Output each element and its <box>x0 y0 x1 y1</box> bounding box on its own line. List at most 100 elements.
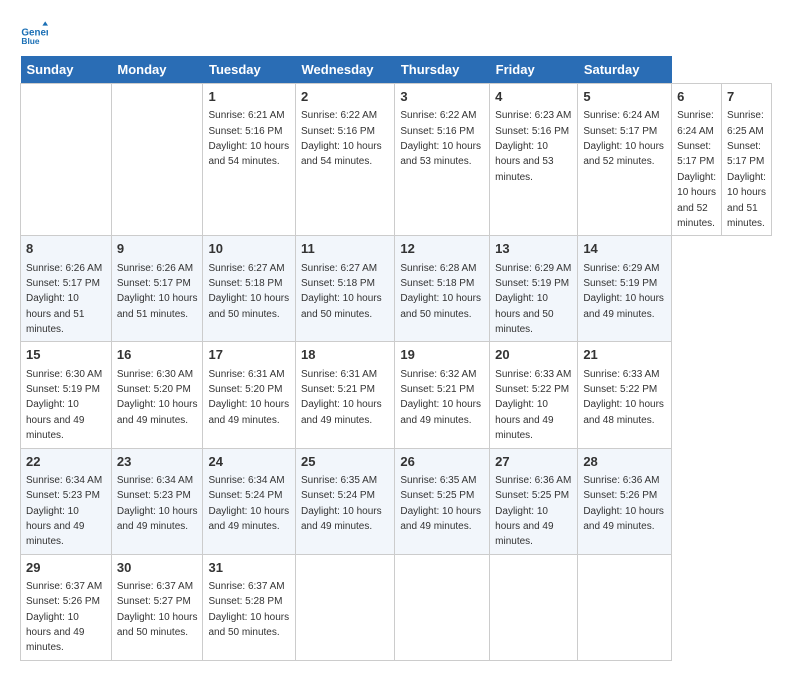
calendar-cell: 16 Sunrise: 6:30 AMSunset: 5:20 PMDaylig… <box>111 342 203 448</box>
calendar-cell: 5 Sunrise: 6:24 AMSunset: 5:17 PMDayligh… <box>578 84 672 236</box>
day-number: 11 <box>301 240 389 258</box>
day-number: 12 <box>400 240 484 258</box>
calendar-cell: 30 Sunrise: 6:37 AMSunset: 5:27 PMDaylig… <box>111 554 203 660</box>
day-info: Sunrise: 6:33 AMSunset: 5:22 PMDaylight:… <box>583 369 664 426</box>
empty-cell <box>111 84 203 236</box>
day-info: Sunrise: 6:36 AMSunset: 5:25 PMDaylight:… <box>495 475 571 548</box>
header-friday: Friday <box>490 56 578 84</box>
day-number: 9 <box>117 240 198 258</box>
day-number: 15 <box>26 346 106 364</box>
day-number: 17 <box>208 346 290 364</box>
calendar-week-2: 8 Sunrise: 6:26 AMSunset: 5:17 PMDayligh… <box>21 236 772 342</box>
day-info: Sunrise: 6:22 AMSunset: 5:16 PMDaylight:… <box>400 110 481 167</box>
calendar-cell: 3 Sunrise: 6:22 AMSunset: 5:16 PMDayligh… <box>395 84 490 236</box>
day-info: Sunrise: 6:21 AMSunset: 5:16 PMDaylight:… <box>208 110 289 167</box>
calendar-cell: 22 Sunrise: 6:34 AMSunset: 5:23 PMDaylig… <box>21 448 112 554</box>
day-info: Sunrise: 6:35 AMSunset: 5:24 PMDaylight:… <box>301 475 382 532</box>
calendar-cell: 18 Sunrise: 6:31 AMSunset: 5:21 PMDaylig… <box>295 342 394 448</box>
empty-cell <box>21 84 112 236</box>
calendar-cell: 11 Sunrise: 6:27 AMSunset: 5:18 PMDaylig… <box>295 236 394 342</box>
day-info: Sunrise: 6:34 AMSunset: 5:24 PMDaylight:… <box>208 475 289 532</box>
calendar-week-4: 22 Sunrise: 6:34 AMSunset: 5:23 PMDaylig… <box>21 448 772 554</box>
calendar-cell: 19 Sunrise: 6:32 AMSunset: 5:21 PMDaylig… <box>395 342 490 448</box>
day-number: 24 <box>208 453 290 471</box>
calendar-cell: 31 Sunrise: 6:37 AMSunset: 5:28 PMDaylig… <box>203 554 296 660</box>
calendar-cell: 25 Sunrise: 6:35 AMSunset: 5:24 PMDaylig… <box>295 448 394 554</box>
day-number: 20 <box>495 346 572 364</box>
header-monday: Monday <box>111 56 203 84</box>
calendar-cell: 20 Sunrise: 6:33 AMSunset: 5:22 PMDaylig… <box>490 342 578 448</box>
day-number: 3 <box>400 88 484 106</box>
calendar-cell <box>578 554 672 660</box>
calendar-cell: 21 Sunrise: 6:33 AMSunset: 5:22 PMDaylig… <box>578 342 672 448</box>
header-thursday: Thursday <box>395 56 490 84</box>
calendar-cell: 7 Sunrise: 6:25 AMSunset: 5:17 PMDayligh… <box>722 84 772 236</box>
calendar-cell: 27 Sunrise: 6:36 AMSunset: 5:25 PMDaylig… <box>490 448 578 554</box>
day-info: Sunrise: 6:31 AMSunset: 5:20 PMDaylight:… <box>208 369 289 426</box>
day-info: Sunrise: 6:27 AMSunset: 5:18 PMDaylight:… <box>301 263 382 320</box>
day-info: Sunrise: 6:30 AMSunset: 5:20 PMDaylight:… <box>117 369 198 426</box>
header-wednesday: Wednesday <box>295 56 394 84</box>
calendar-cell: 1 Sunrise: 6:21 AMSunset: 5:16 PMDayligh… <box>203 84 296 236</box>
day-number: 5 <box>583 88 666 106</box>
calendar-cell: 10 Sunrise: 6:27 AMSunset: 5:18 PMDaylig… <box>203 236 296 342</box>
svg-text:Blue: Blue <box>21 36 39 46</box>
header-saturday: Saturday <box>578 56 672 84</box>
day-number: 21 <box>583 346 666 364</box>
calendar-table: SundayMondayTuesdayWednesdayThursdayFrid… <box>20 56 772 661</box>
day-info: Sunrise: 6:37 AMSunset: 5:26 PMDaylight:… <box>26 581 102 654</box>
day-number: 16 <box>117 346 198 364</box>
day-number: 26 <box>400 453 484 471</box>
calendar-cell: 9 Sunrise: 6:26 AMSunset: 5:17 PMDayligh… <box>111 236 203 342</box>
day-number: 25 <box>301 453 389 471</box>
day-number: 29 <box>26 559 106 577</box>
day-info: Sunrise: 6:34 AMSunset: 5:23 PMDaylight:… <box>26 475 102 548</box>
day-info: Sunrise: 6:34 AMSunset: 5:23 PMDaylight:… <box>117 475 198 532</box>
day-number: 4 <box>495 88 572 106</box>
day-info: Sunrise: 6:26 AMSunset: 5:17 PMDaylight:… <box>26 263 102 336</box>
day-info: Sunrise: 6:26 AMSunset: 5:17 PMDaylight:… <box>117 263 198 320</box>
day-info: Sunrise: 6:31 AMSunset: 5:21 PMDaylight:… <box>301 369 382 426</box>
calendar-cell: 23 Sunrise: 6:34 AMSunset: 5:23 PMDaylig… <box>111 448 203 554</box>
day-info: Sunrise: 6:24 AMSunset: 5:17 PMDaylight:… <box>583 110 664 167</box>
day-number: 1 <box>208 88 290 106</box>
day-info: Sunrise: 6:37 AMSunset: 5:28 PMDaylight:… <box>208 581 289 638</box>
day-number: 8 <box>26 240 106 258</box>
calendar-cell: 4 Sunrise: 6:23 AMSunset: 5:16 PMDayligh… <box>490 84 578 236</box>
calendar-cell: 28 Sunrise: 6:36 AMSunset: 5:26 PMDaylig… <box>578 448 672 554</box>
day-info: Sunrise: 6:22 AMSunset: 5:16 PMDaylight:… <box>301 110 382 167</box>
calendar-cell <box>295 554 394 660</box>
calendar-cell: 17 Sunrise: 6:31 AMSunset: 5:20 PMDaylig… <box>203 342 296 448</box>
calendar-cell <box>395 554 490 660</box>
day-number: 18 <box>301 346 389 364</box>
day-number: 10 <box>208 240 290 258</box>
day-info: Sunrise: 6:29 AMSunset: 5:19 PMDaylight:… <box>583 263 664 320</box>
header-tuesday: Tuesday <box>203 56 296 84</box>
day-info: Sunrise: 6:29 AMSunset: 5:19 PMDaylight:… <box>495 263 571 336</box>
calendar-cell: 24 Sunrise: 6:34 AMSunset: 5:24 PMDaylig… <box>203 448 296 554</box>
day-info: Sunrise: 6:23 AMSunset: 5:16 PMDaylight:… <box>495 110 571 183</box>
day-number: 7 <box>727 88 766 106</box>
calendar-week-3: 15 Sunrise: 6:30 AMSunset: 5:19 PMDaylig… <box>21 342 772 448</box>
day-number: 6 <box>677 88 716 106</box>
calendar-cell <box>490 554 578 660</box>
calendar-cell: 14 Sunrise: 6:29 AMSunset: 5:19 PMDaylig… <box>578 236 672 342</box>
day-number: 31 <box>208 559 290 577</box>
day-number: 30 <box>117 559 198 577</box>
day-number: 13 <box>495 240 572 258</box>
calendar-cell: 26 Sunrise: 6:35 AMSunset: 5:25 PMDaylig… <box>395 448 490 554</box>
logo-icon: General Blue <box>20 20 48 48</box>
calendar-cell: 2 Sunrise: 6:22 AMSunset: 5:16 PMDayligh… <box>295 84 394 236</box>
logo: General Blue <box>20 20 52 48</box>
day-number: 14 <box>583 240 666 258</box>
calendar-week-5: 29 Sunrise: 6:37 AMSunset: 5:26 PMDaylig… <box>21 554 772 660</box>
day-info: Sunrise: 6:24 AMSunset: 5:17 PMDaylight:… <box>677 110 716 229</box>
day-number: 28 <box>583 453 666 471</box>
day-number: 23 <box>117 453 198 471</box>
day-info: Sunrise: 6:36 AMSunset: 5:26 PMDaylight:… <box>583 475 664 532</box>
calendar-cell: 29 Sunrise: 6:37 AMSunset: 5:26 PMDaylig… <box>21 554 112 660</box>
day-info: Sunrise: 6:35 AMSunset: 5:25 PMDaylight:… <box>400 475 481 532</box>
day-number: 2 <box>301 88 389 106</box>
calendar-header-row: SundayMondayTuesdayWednesdayThursdayFrid… <box>21 56 772 84</box>
day-info: Sunrise: 6:30 AMSunset: 5:19 PMDaylight:… <box>26 369 102 442</box>
